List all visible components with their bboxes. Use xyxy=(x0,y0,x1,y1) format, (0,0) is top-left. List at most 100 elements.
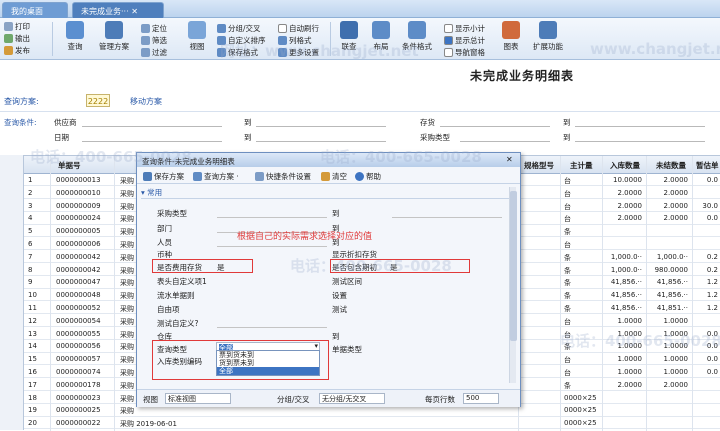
publish-button[interactable]: 发布 xyxy=(4,45,30,56)
col-header-estimate[interactable]: 暂估单 xyxy=(696,160,719,171)
col-header-doc-no[interactable]: 单据号 xyxy=(58,160,81,171)
col-header-unit[interactable]: 主计量 xyxy=(570,160,593,171)
person-input[interactable] xyxy=(217,246,327,247)
nav-pane-checkbox[interactable]: 导航窗格 xyxy=(444,47,485,58)
section-common[interactable]: ▾ 常用 xyxy=(141,187,511,199)
dialog-scrollbar[interactable] xyxy=(509,187,517,383)
date-to-field[interactable] xyxy=(256,141,386,142)
dropdown-option[interactable]: 票到货未到 xyxy=(217,351,319,359)
table-cell: 0000000057 xyxy=(56,355,101,364)
dropdown-option-selected[interactable]: 全部 xyxy=(217,367,319,375)
auto-refresh-checkbox[interactable]: 自动刷行 xyxy=(278,23,319,34)
manage-scheme-button[interactable]: 管理方案 xyxy=(95,21,133,52)
table-cell: 0000000054 xyxy=(56,316,101,325)
column-format-button[interactable]: 列格式 xyxy=(278,35,312,46)
view-button[interactable]: 视图 xyxy=(182,21,212,52)
quick-condition-button[interactable]: 快捷条件设置 xyxy=(255,171,311,182)
purchase-type-to-input[interactable] xyxy=(392,217,502,218)
table-cell: 采购 xyxy=(120,343,134,352)
query-button[interactable]: 查询 xyxy=(60,21,90,52)
supplier-field[interactable] xyxy=(82,126,222,127)
save-format-button[interactable]: 保存格式 xyxy=(217,47,258,58)
col-header-in-qty[interactable]: 入库数量 xyxy=(610,160,640,171)
filter-button[interactable]: 筛选 xyxy=(141,35,167,46)
rows-per-page-input[interactable]: 500 xyxy=(463,393,499,404)
quick-icon xyxy=(255,172,264,181)
custom-sort-button[interactable]: 自定义排序 xyxy=(217,35,266,46)
field-label: 测试自定义? xyxy=(157,319,199,328)
table-cell: 0.0 xyxy=(706,176,718,184)
chart-button[interactable]: 图表 xyxy=(496,21,526,52)
custom-test-input[interactable] xyxy=(217,327,327,328)
locate-button[interactable]: 定位 xyxy=(141,23,167,34)
table-cell: 0000000047 xyxy=(56,278,101,287)
date-field[interactable] xyxy=(82,141,222,142)
query-scheme-button[interactable]: 查询方案 · xyxy=(193,171,239,182)
scroll-thumb[interactable] xyxy=(510,191,517,341)
table-cell: 0000000013 xyxy=(56,176,101,184)
table-cell: 0000000056 xyxy=(56,342,101,351)
checkbox-icon xyxy=(278,24,287,33)
table-cell: 台 xyxy=(564,202,571,211)
table-cell: 1.0000 xyxy=(617,355,643,364)
table-cell: 采购 xyxy=(120,202,134,211)
funnel-icon xyxy=(141,48,150,57)
purchase-type-to-field[interactable] xyxy=(575,141,705,142)
help-button[interactable]: 帮助 xyxy=(355,171,381,182)
table-cell: 条 xyxy=(564,292,571,301)
include-opening-label: 是否包含期初 xyxy=(332,263,377,272)
table-cell: 20 xyxy=(28,419,37,428)
extensions-button[interactable]: 扩展功能 xyxy=(528,21,568,52)
save-scheme-button[interactable]: 保存方案 xyxy=(143,171,184,182)
table-cell: 4 xyxy=(28,214,33,223)
export-button[interactable]: 输出 xyxy=(4,33,30,44)
dropdown-option[interactable]: 货到票未到 xyxy=(217,359,319,367)
dialog-toolbar: 保存方案 查询方案 · 快捷条件设置 清空 帮助 xyxy=(137,168,520,184)
to-label: 到 xyxy=(332,332,340,341)
table-row[interactable]: 19 0000000025 采购 0000×25 xyxy=(24,405,720,417)
purchase-type-input[interactable] xyxy=(217,217,327,218)
search-icon xyxy=(66,21,84,39)
group-cross-button[interactable]: 分组/交叉 xyxy=(217,23,261,34)
print-button[interactable]: 打印 xyxy=(4,21,30,32)
table-cell: 采购 xyxy=(120,381,134,390)
table-cell: 0000000023 xyxy=(56,393,101,402)
query-type-label: 查询类型 xyxy=(157,345,187,354)
inventory-field[interactable] xyxy=(440,126,550,127)
table-cell: 采购 xyxy=(120,407,134,416)
query-type-dropdown[interactable]: 票到货未到 货到票未到 全部 xyxy=(216,350,320,376)
scheme-tag[interactable]: 2222 xyxy=(86,94,110,107)
filter2-button[interactable]: 过滤 xyxy=(141,47,167,58)
table-cell: 1,000.0·· xyxy=(610,265,642,274)
view-select[interactable]: 标准视图 xyxy=(165,393,231,404)
col-header-spec[interactable]: 规格型号 xyxy=(524,160,554,171)
table-cell: 采购 2019-06-01 xyxy=(120,420,177,429)
show-subtotal-checkbox[interactable]: 显示小计 xyxy=(444,23,485,34)
close-icon[interactable]: ✕ xyxy=(506,155,516,165)
conditional-format-button[interactable]: 条件格式 xyxy=(396,21,438,52)
link-query-button[interactable]: 联查 xyxy=(334,21,364,52)
move-scheme-link[interactable]: 移动方案 xyxy=(130,96,162,107)
supplier-to-field[interactable] xyxy=(256,126,386,127)
group-select[interactable]: 无分组/无交叉 xyxy=(319,393,385,404)
table-cell: 41,856.·· xyxy=(656,291,688,300)
table-row[interactable]: 20 0000000022 采购 2019-06-01 0000×25 xyxy=(24,418,720,430)
layout-button[interactable]: 布局 xyxy=(366,21,396,52)
table-cell: 18 xyxy=(28,393,37,402)
purchase-type-field[interactable] xyxy=(460,141,550,142)
more-settings-button[interactable]: 更多设置 xyxy=(278,47,319,58)
chevron-down-icon[interactable]: ▾ xyxy=(314,342,318,350)
close-icon[interactable]: ✕ xyxy=(131,7,138,16)
clear-button[interactable]: 清空 xyxy=(321,171,347,182)
tab-unfinished-business[interactable]: 未完成业务··· ✕ xyxy=(72,2,164,18)
expense-inventory-value[interactable]: 是 xyxy=(217,262,225,273)
include-opening-value[interactable]: 是 xyxy=(390,262,398,273)
tab-desktop[interactable]: 我的桌面 xyxy=(2,2,68,18)
table-cell: 台 xyxy=(564,330,571,339)
col-header-open-qty[interactable]: 未结数量 xyxy=(656,160,686,171)
show-total-checkbox[interactable]: 显示总计 xyxy=(444,35,485,46)
tab-label: 未完成业务··· xyxy=(81,7,129,16)
test-label: 测试 xyxy=(332,305,347,314)
inventory-to-field[interactable] xyxy=(575,126,705,127)
table-cell: 2.0000 xyxy=(617,380,643,389)
